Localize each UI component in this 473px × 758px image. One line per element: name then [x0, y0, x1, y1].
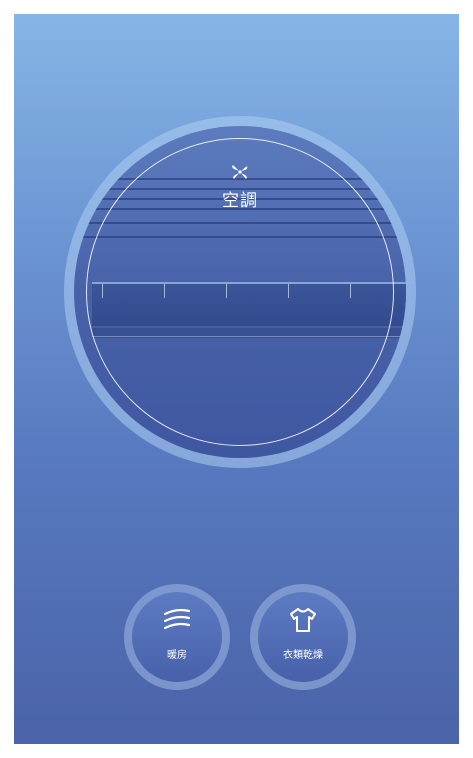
louver-tick — [226, 284, 227, 298]
louver-tick — [288, 284, 289, 298]
main-mode-title: 空調 — [222, 191, 258, 211]
louver-tick — [164, 284, 165, 298]
app-screen: 空調 暖房 衣類乾燥 — [14, 14, 459, 744]
vent-stripe — [74, 222, 406, 224]
clothes-drying-button-face[interactable]: 衣類乾燥 — [258, 592, 348, 682]
louver-tick — [350, 284, 351, 298]
clothes-drying-mode-button[interactable]: 衣類乾燥 — [250, 584, 356, 690]
heat-waves-icon — [163, 608, 191, 630]
heating-mode-label: 暖房 — [167, 650, 187, 661]
clothes-drying-label: 衣類乾燥 — [283, 650, 323, 661]
heating-mode-button[interactable]: 暖房 — [124, 584, 230, 690]
vent-stripe — [74, 236, 406, 238]
louver-tick — [102, 284, 103, 298]
main-mode-dial[interactable]: 空調 — [64, 116, 416, 468]
main-mode-disc[interactable]: 空調 — [74, 126, 406, 458]
main-mode-header: 空調 — [74, 162, 406, 211]
heating-mode-button-face[interactable]: 暖房 — [132, 592, 222, 682]
fan-icon — [232, 165, 248, 179]
louver-base-line — [92, 336, 406, 337]
shirt-icon — [290, 608, 316, 632]
ac-louver — [92, 282, 406, 338]
